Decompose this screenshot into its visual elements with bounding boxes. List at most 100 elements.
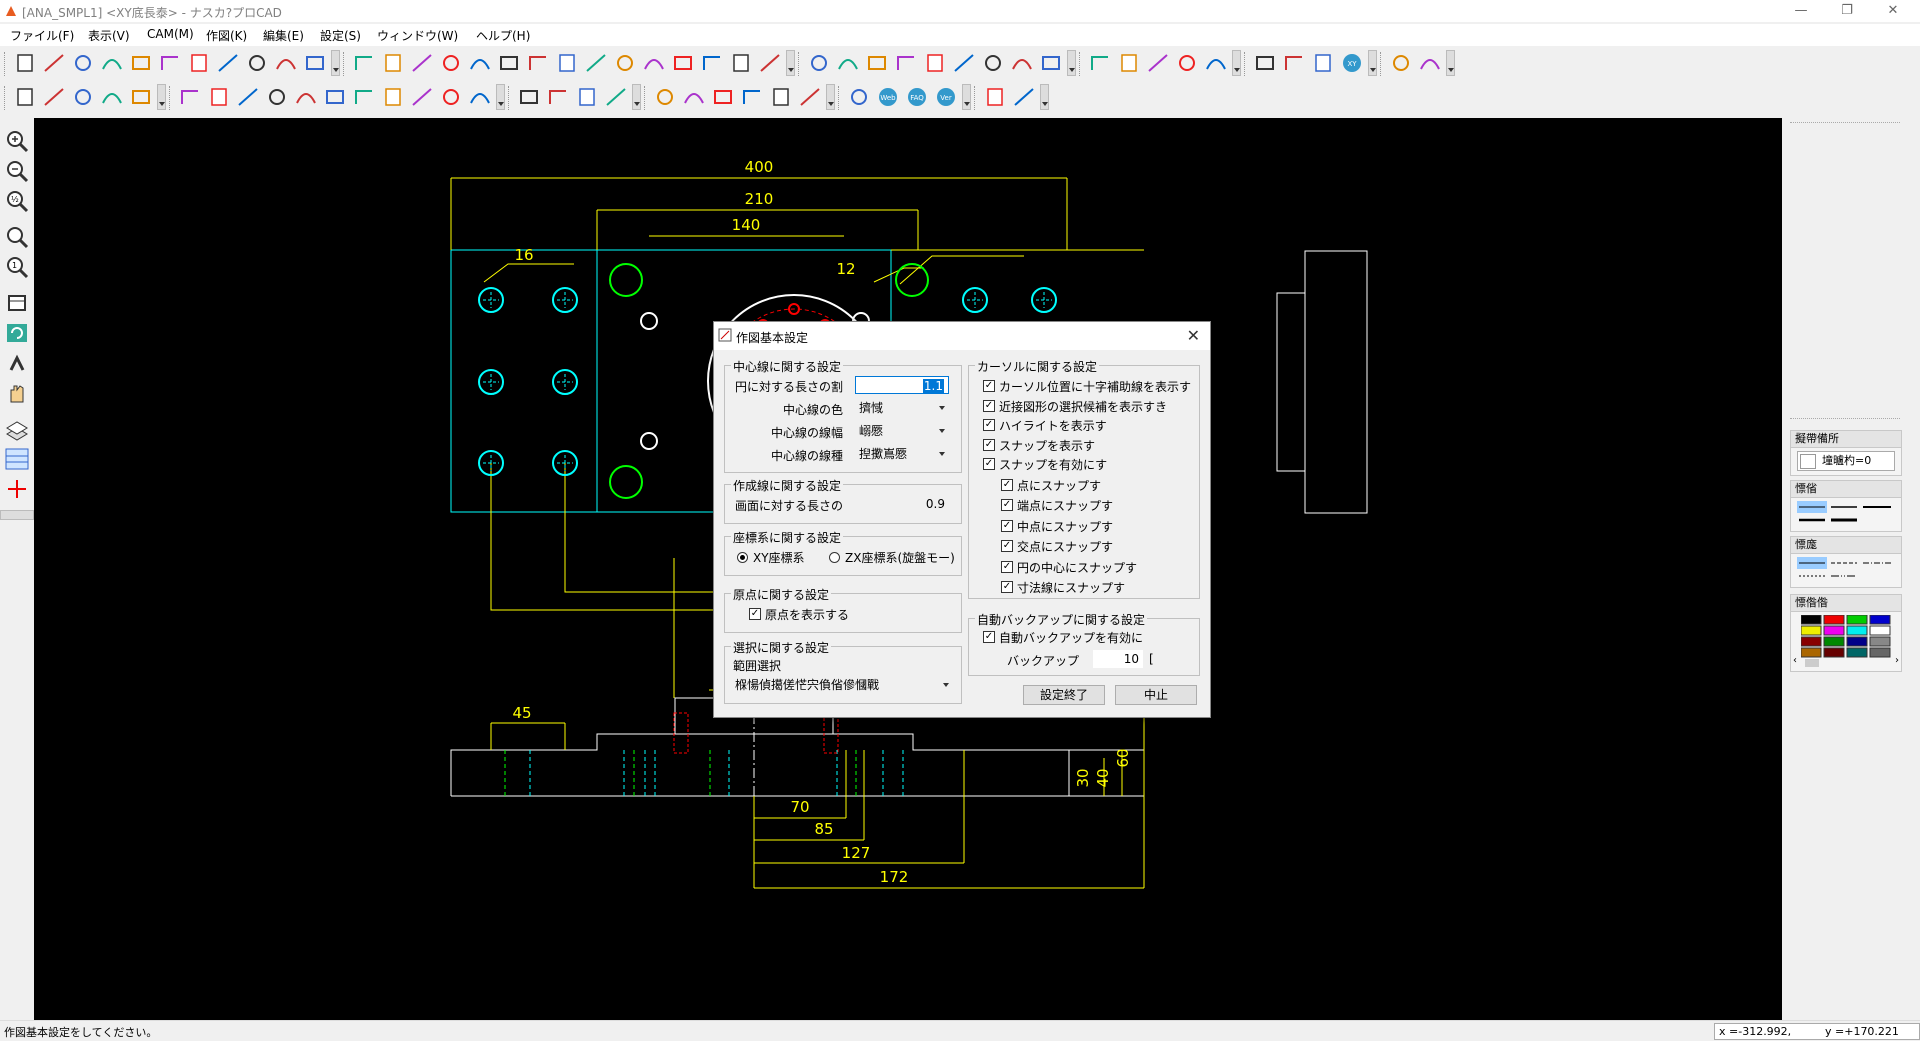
gear-icon[interactable] — [982, 85, 1008, 109]
toolbar-more-button[interactable] — [157, 84, 166, 110]
toolbar-grip[interactable] — [508, 86, 513, 110]
circle3-icon[interactable] — [583, 51, 609, 75]
trim-icon[interactable] — [864, 51, 890, 75]
zoom-half-icon[interactable]: ½ — [3, 188, 31, 214]
tool-d-icon[interactable] — [99, 85, 125, 109]
range-select-dropdown[interactable]: 椺愓偵擖傞恾宍偩偗傪慖戰 — [731, 676, 953, 694]
cursor-option-checkbox[interactable]: ✓ — [983, 400, 995, 412]
print-icon[interactable] — [273, 51, 299, 75]
line-type-swatches[interactable] — [1797, 557, 1893, 583]
link-icon[interactable] — [293, 85, 319, 109]
xy-icon[interactable]: XY — [1339, 51, 1365, 75]
color-swatch[interactable] — [1801, 636, 1822, 647]
chamfer-icon[interactable] — [206, 85, 232, 109]
ellipse-icon[interactable] — [757, 51, 783, 75]
toolbar-grip[interactable] — [169, 86, 174, 110]
toolbar-more-button[interactable] — [786, 50, 795, 76]
hatch-icon[interactable] — [1203, 51, 1229, 75]
toolbar-grip[interactable] — [343, 52, 348, 76]
color-swatch[interactable] — [1823, 625, 1845, 636]
arc4-icon[interactable] — [699, 51, 725, 75]
restore-button[interactable]: ❐ — [1824, 0, 1870, 22]
construction-length-input[interactable]: 0.9 — [855, 495, 949, 513]
centerline-width-select[interactable]: 嵶憠 — [855, 422, 949, 440]
layer-stack-icon[interactable] — [710, 85, 736, 109]
toolbar-grip[interactable] — [644, 86, 649, 110]
crosshair-icon[interactable] — [3, 476, 31, 502]
curve-icon[interactable] — [467, 85, 493, 109]
tool-b-icon[interactable] — [41, 85, 67, 109]
menu-help[interactable]: ヘルプ(H) — [476, 27, 530, 44]
redo-icon[interactable] — [681, 85, 707, 109]
color-swatch[interactable] — [1869, 615, 1891, 625]
iso3-icon[interactable] — [1310, 51, 1336, 75]
layer-icon[interactable] — [157, 51, 183, 75]
toolbar-more-button[interactable] — [1067, 50, 1076, 76]
cut-icon[interactable] — [215, 51, 241, 75]
circle-center-icon[interactable] — [525, 51, 551, 75]
point-icon[interactable] — [1388, 51, 1414, 75]
zoom-fit-icon[interactable]: 1 — [3, 254, 31, 280]
spline-icon[interactable] — [728, 51, 754, 75]
toolbar-grip[interactable] — [1244, 52, 1249, 76]
copy-icon[interactable] — [244, 51, 270, 75]
redraw-icon[interactable] — [3, 290, 31, 316]
fillet-icon[interactable] — [951, 51, 977, 75]
color-swatch[interactable] — [1869, 636, 1891, 647]
cursor-option-checkbox[interactable]: ✓ — [983, 380, 995, 392]
text-b-icon[interactable] — [545, 85, 571, 109]
dimension-icon[interactable] — [806, 51, 832, 75]
circle2-icon[interactable] — [554, 51, 580, 75]
zoom-in-icon[interactable] — [3, 128, 31, 154]
swap-icon[interactable] — [3, 350, 31, 376]
menu-edit[interactable]: 編集(E) — [263, 27, 304, 44]
scale-icon[interactable] — [1174, 51, 1200, 75]
toolbar-grip[interactable] — [1079, 52, 1084, 76]
toolbar-grip[interactable] — [1380, 52, 1385, 76]
color-swatch[interactable] — [1801, 625, 1822, 636]
text-c-icon[interactable] — [574, 85, 600, 109]
color-swatch[interactable] — [1801, 647, 1822, 658]
rotate-icon[interactable] — [1145, 51, 1171, 75]
pattern-icon[interactable] — [351, 85, 377, 109]
pipe-icon[interactable] — [768, 85, 794, 109]
layer-icon[interactable] — [3, 416, 31, 442]
zero-icon[interactable] — [264, 85, 290, 109]
zoom-window-icon[interactable] — [3, 224, 31, 250]
pan-hand-icon[interactable] — [3, 380, 31, 406]
text-xy2-icon[interactable] — [409, 85, 435, 109]
snap-option-checkbox[interactable]: ✓ — [1001, 499, 1013, 511]
layer-selector[interactable]: 墥曥杓=0 — [1797, 451, 1895, 471]
open-icon[interactable] — [41, 51, 67, 75]
color-swatch[interactable] — [1823, 636, 1845, 647]
menu-settings[interactable]: 設定(S) — [320, 27, 361, 44]
layer2-icon[interactable] — [186, 51, 212, 75]
toolbar-more-button[interactable] — [1040, 84, 1049, 110]
measure-icon[interactable] — [739, 85, 765, 109]
rectangle-icon[interactable] — [467, 51, 493, 75]
toolbar-more-button[interactable] — [826, 84, 835, 110]
color-swatch[interactable] — [1846, 647, 1868, 658]
snap-option-checkbox[interactable]: ✓ — [1001, 561, 1013, 573]
auto-backup-checkbox[interactable]: ✓ — [983, 631, 995, 643]
toolbar-grip[interactable] — [974, 86, 979, 110]
menu-draw[interactable]: 作図(K) — [206, 27, 247, 44]
cursor-option-checkbox[interactable]: ✓ — [983, 439, 995, 451]
show-origin-checkbox[interactable]: ✓ — [749, 608, 761, 620]
backup-interval-input[interactable]: 10 — [1093, 650, 1143, 668]
menu-cam[interactable]: CAM(M) — [147, 27, 194, 41]
spring-icon[interactable] — [322, 85, 348, 109]
zx-coord-radio[interactable] — [829, 552, 840, 563]
copy-move-icon[interactable] — [1038, 51, 1064, 75]
toolbar-more-button[interactable] — [496, 84, 505, 110]
refresh-icon[interactable] — [3, 320, 31, 346]
save-all-icon[interactable] — [128, 51, 154, 75]
tool-c-icon[interactable] — [70, 85, 96, 109]
toolbar-grip[interactable] — [4, 52, 9, 76]
toolbar-grip[interactable] — [798, 52, 803, 76]
text-xy-icon[interactable] — [380, 85, 406, 109]
dialog-close-button[interactable]: ✕ — [1187, 326, 1200, 345]
xy-coord-radio[interactable] — [737, 552, 748, 563]
color-swatch[interactable] — [1846, 625, 1868, 636]
web-icon[interactable]: Web — [875, 85, 901, 109]
